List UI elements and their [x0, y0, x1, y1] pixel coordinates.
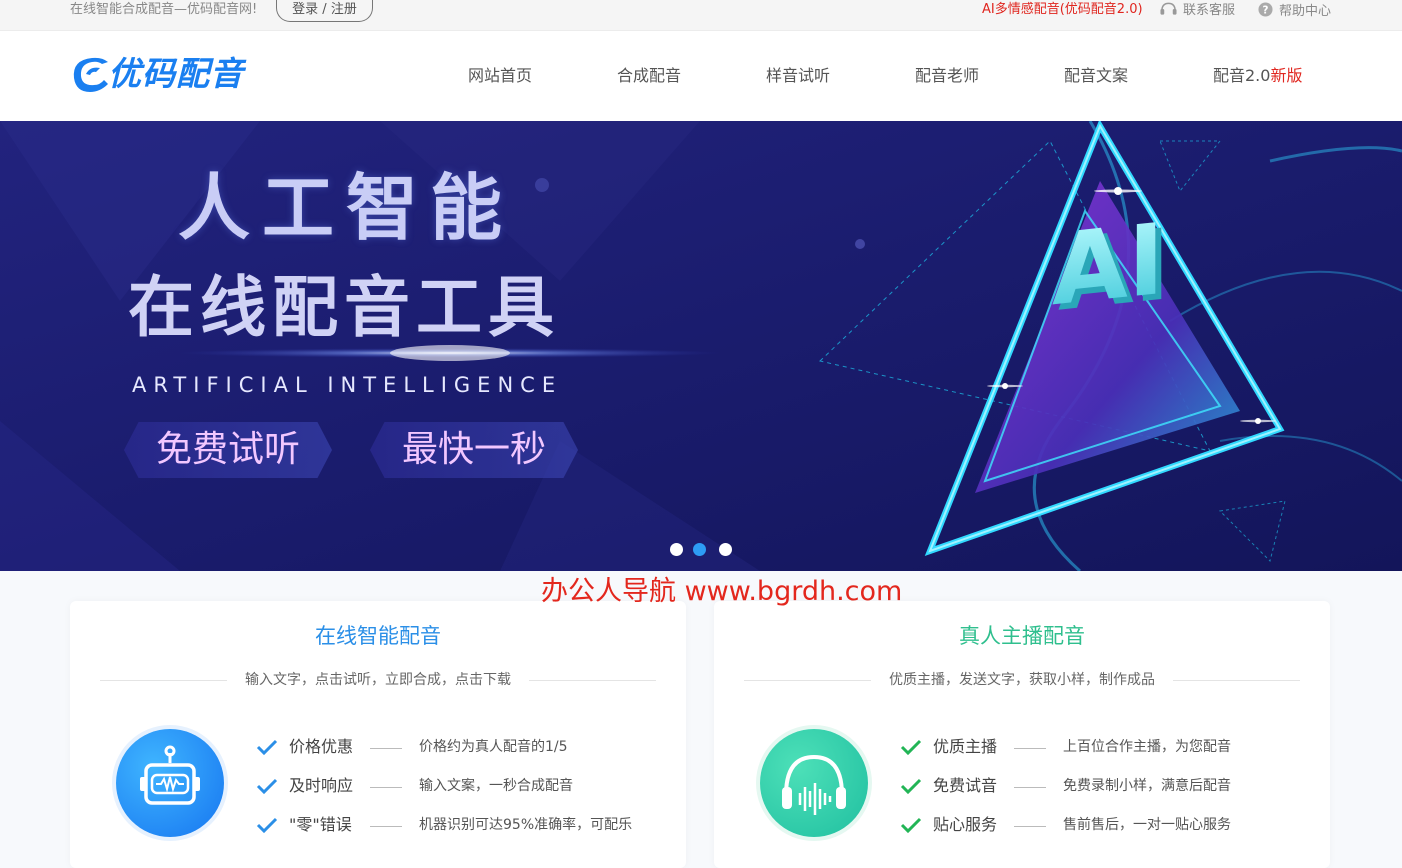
feature-name: 价格优惠	[289, 737, 354, 756]
free-listen-button[interactable]: 免费试听	[124, 422, 332, 478]
feature-dash	[1014, 748, 1046, 749]
site-slogan: 在线智能合成配音—优码配音网!	[70, 2, 258, 17]
contact-service-label: 联系客服	[1183, 3, 1236, 18]
nav-teachers[interactable]: 配音老师	[915, 65, 979, 87]
feature-row: 贴心服务 售前售后，一对一贴心服务	[900, 814, 1320, 838]
question-icon: ?	[1258, 2, 1273, 17]
watermark-text: 办公人导航 www.bgrdh.com	[541, 576, 903, 607]
feature-desc: 售前售后，一对一贴心服务	[1063, 817, 1231, 833]
check-icon	[256, 778, 278, 795]
check-icon	[900, 817, 922, 834]
feature-row: 优质主播 上百位合作主播，为您配音	[900, 736, 1320, 760]
feature-name: 贴心服务	[933, 815, 998, 834]
ai-dubbing-card: 在线智能配音 输入文字，点击试听，立即合成，点击下载 价格优惠 价格约为真人配音…	[70, 601, 686, 868]
check-icon	[256, 739, 278, 756]
nav-home[interactable]: 网站首页	[468, 65, 532, 87]
feature-dash	[370, 748, 402, 749]
ai-dubbing-link[interactable]: AI多情感配音(优码配音2.0)	[982, 2, 1143, 18]
login-register-button[interactable]: 登录 / 注册	[276, 0, 373, 22]
nav-dubbing-2[interactable]: 配音2.0新版	[1213, 65, 1302, 87]
check-icon	[900, 739, 922, 756]
carousel-dot-3[interactable]	[719, 543, 732, 556]
feature-row: "零"错误 机器识别可达95%准确率，可配乐	[256, 814, 676, 838]
feature-dash	[370, 787, 402, 788]
banner-title-1: 人工智能	[178, 166, 515, 250]
feature-desc: 上百位合作主播，为您配音	[1063, 739, 1231, 755]
feature-dash	[370, 826, 402, 827]
feature-desc: 免费录制小样，满意后配音	[1063, 778, 1231, 794]
check-icon	[900, 778, 922, 795]
help-center-label: 帮助中心	[1279, 4, 1332, 19]
nav-synthesis[interactable]: 合成配音	[617, 65, 681, 87]
main-nav: 网站首页 合成配音 样音试听 配音老师 配音文案 配音2.0新版	[0, 65, 1402, 89]
feature-row: 免费试音 免费录制小样，满意后配音	[900, 775, 1320, 799]
fastest-second-button[interactable]: 最快一秒	[370, 422, 578, 478]
top-bar: 在线智能合成配音—优码配音网! 登录 / 注册 AI多情感配音(优码配音2.0)…	[0, 0, 1402, 31]
feature-desc: 机器识别可达95%准确率，可配乐	[419, 817, 633, 833]
headphones-icon	[760, 729, 868, 837]
new-badge: 新版	[1270, 66, 1303, 85]
svg-text:?: ?	[1263, 4, 1269, 16]
feature-desc: 输入文案，一秒合成配音	[419, 778, 573, 794]
carousel-dot-1[interactable]	[670, 543, 683, 556]
feature-name: 免费试音	[933, 776, 998, 795]
banner-ai-text: AI	[1052, 203, 1164, 328]
nav-dubbing-2-label: 配音2.0	[1213, 66, 1271, 85]
card-title: 在线智能配音	[315, 624, 441, 648]
help-center-link[interactable]: ? 帮助中心	[1258, 2, 1331, 20]
feature-dash	[1014, 787, 1046, 788]
check-icon	[256, 817, 278, 834]
feature-name: 及时响应	[289, 776, 354, 795]
carousel-dot-2[interactable]	[693, 543, 706, 556]
nav-samples[interactable]: 样音试听	[766, 65, 830, 87]
feature-dash	[1014, 826, 1046, 827]
nav-scripts[interactable]: 配音文案	[1064, 65, 1128, 87]
feature-name: "零"错误	[289, 815, 352, 834]
robot-icon	[116, 729, 224, 837]
feature-name: 优质主播	[933, 737, 998, 756]
card-subtitle: 输入文字，点击试听，立即合成，点击下载	[227, 669, 529, 691]
card-subtitle: 优质主播，发送文字，获取小样，制作成品	[871, 669, 1173, 691]
feature-row: 及时响应 输入文案，一秒合成配音	[256, 775, 676, 799]
feature-row: 价格优惠 价格约为真人配音的1/5	[256, 736, 676, 760]
contact-service-link[interactable]: 联系客服	[1160, 2, 1235, 19]
human-dubbing-card: 真人主播配音 优质主播，发送文字，获取小样，制作成品 优质主播 上百位合作主播，…	[714, 601, 1330, 868]
headset-icon	[1160, 2, 1177, 15]
banner-subtitle: ARTIFICIAL INTELLIGENCE	[132, 373, 563, 397]
banner-title-2: 在线配音工具	[128, 269, 560, 346]
card-title: 真人主播配音	[959, 624, 1085, 648]
feature-desc: 价格约为真人配音的1/5	[419, 739, 568, 755]
